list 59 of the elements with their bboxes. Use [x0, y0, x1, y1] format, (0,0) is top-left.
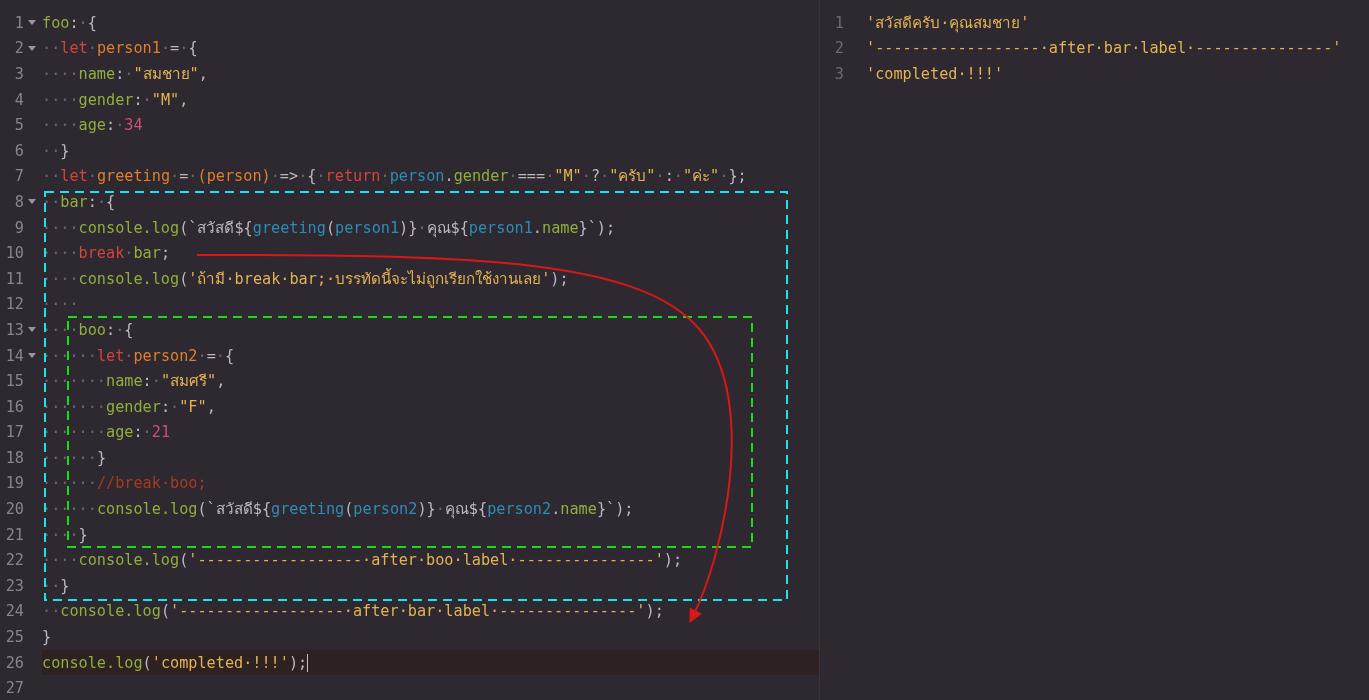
code-line: ····age:·34: [42, 115, 143, 136]
fold-icon[interactable]: [28, 353, 36, 358]
code-line: ····break·bar;: [42, 243, 171, 264]
line-number: 18: [4, 448, 24, 467]
line-number: 3: [13, 65, 24, 83]
line-number: 2: [833, 39, 844, 58]
line-number: 16: [4, 397, 24, 416]
code-line: ·······gender:·"F",: [42, 396, 216, 417]
line-number: 25: [4, 628, 24, 647]
code-line: ··let·greeting·=·(person)·=>·{·return·person.gender·===·"M"·?·"ครับ"·:·"ค่ะ"·};: [42, 166, 747, 187]
line-number: 15: [4, 372, 24, 391]
output-line: 'completed·!!!': [866, 65, 1004, 83]
line-number: 23: [4, 576, 24, 595]
code-line: ····: [42, 294, 79, 315]
line-number: 9: [13, 218, 24, 237]
line-number: 12: [4, 295, 24, 314]
code-line: ····name:·"สมชาย",: [42, 64, 208, 84]
output-line: 'สวัสดีครับ·คุณสมชาย': [866, 12, 1030, 35]
code-line: ····console.log(`สวัสดี${greeting(person1)}·คุณ${person1.name}`);: [42, 217, 616, 238]
code-line: ··console.log('------------------·after·bar·label·---------------');: [42, 601, 664, 622]
fold-icon[interactable]: [28, 327, 36, 333]
code-line: ··let·person1·=·{: [42, 38, 198, 59]
fold-icon[interactable]: [28, 199, 36, 205]
code-line: ··}: [42, 575, 70, 596]
line-number: 22: [4, 551, 24, 570]
fold-icon[interactable]: [28, 20, 36, 26]
output-line: '------------------·after·bar·label·---------------': [866, 39, 1342, 58]
code-line: ····boo:·{: [42, 319, 134, 340]
line-number: 17: [4, 423, 24, 442]
line-number: 24: [4, 602, 24, 621]
line-number: 14: [4, 346, 24, 365]
line-number: 10: [4, 244, 24, 263]
fold-icon[interactable]: [28, 45, 36, 51]
code-line: ····console.log('------------------·after·boo·label·---------------');: [42, 550, 683, 571]
line-number: 2: [13, 39, 24, 58]
line-number: 1: [13, 13, 24, 32]
code-line: ····gender:·"M",: [42, 89, 189, 110]
line-number: 26: [4, 653, 24, 672]
line-number: 11: [4, 269, 24, 288]
code-line: ····console.log('ถ้ามี·break·bar;·บรรทัดนี้จะไม่ถูกเรียกใช้งานเลย');: [42, 268, 569, 289]
code-line: console.log('completed·!!!');: [42, 652, 309, 673]
line-number: 20: [4, 500, 24, 519]
line-number: 1: [833, 13, 844, 32]
line-number: 8: [13, 192, 24, 211]
code-line: ······//break·boo;: [42, 473, 207, 494]
code-line: ·······name:·"สมศรี",: [42, 371, 226, 392]
line-number: 19: [4, 474, 24, 493]
line-number: 6: [13, 141, 24, 160]
line-number: 7: [13, 167, 24, 186]
code-line: }: [42, 627, 52, 648]
code-line: foo:·{: [42, 12, 97, 33]
line-number: 5: [13, 116, 24, 135]
line-number: 4: [13, 90, 24, 109]
code-line: ··}: [42, 140, 70, 161]
line-number: 3: [833, 65, 844, 83]
line-number: 27: [4, 679, 24, 698]
code-line: ··bar:·{: [42, 191, 116, 212]
line-number: 13: [4, 320, 24, 339]
line-number: 21: [4, 525, 24, 544]
